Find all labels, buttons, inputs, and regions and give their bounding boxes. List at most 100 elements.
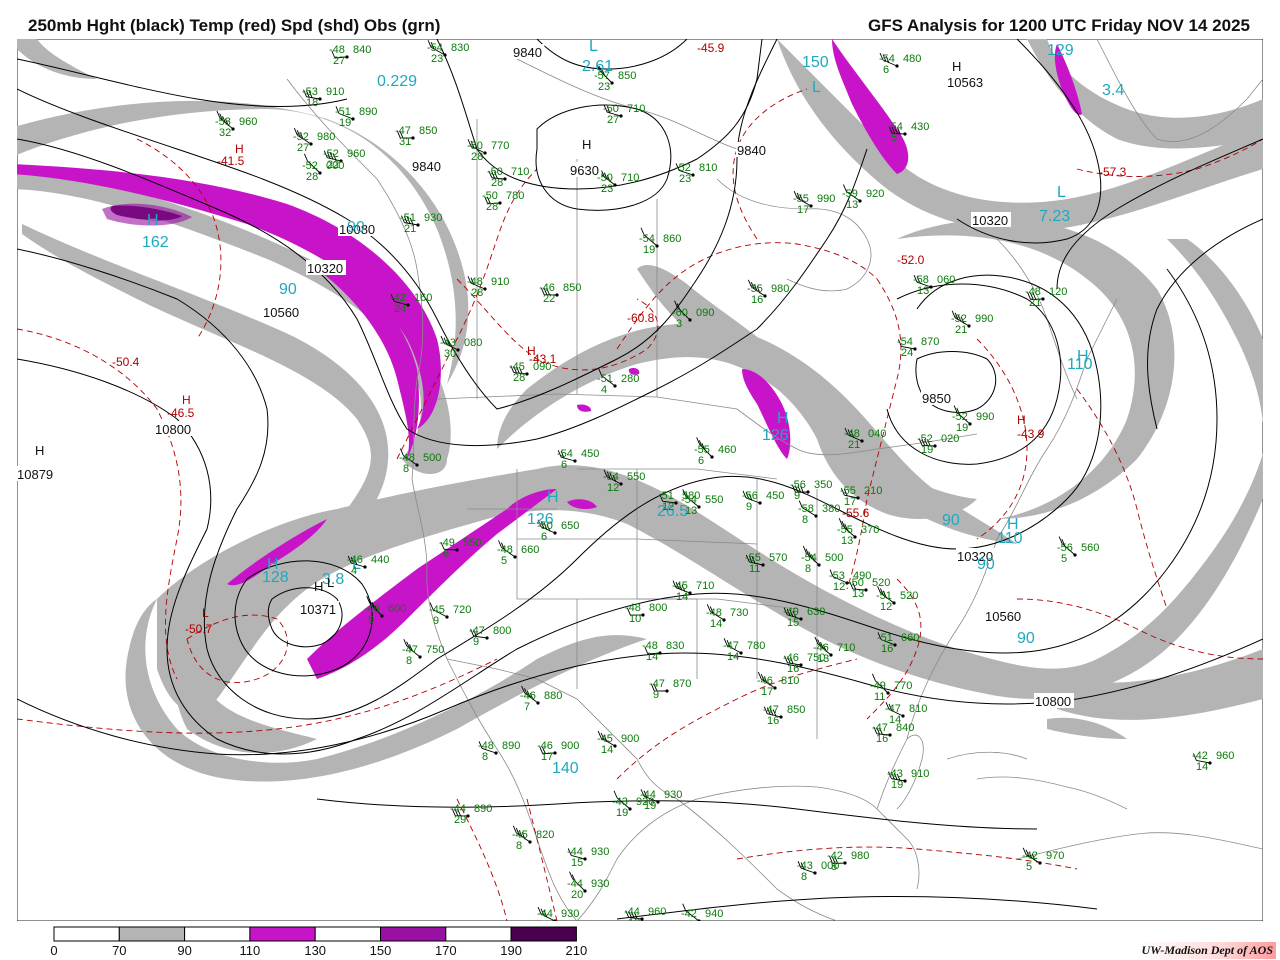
- station-dewpoint-depression: 15: [787, 617, 799, 629]
- station-dewpoint-depression: 19: [891, 779, 903, 791]
- station-dewpoint-depression: 5: [501, 555, 507, 567]
- station-dewpoint-depression: 13: [685, 505, 697, 517]
- legend-swatch: [53, 926, 120, 942]
- station-dewpoint-depression: 21: [404, 223, 416, 235]
- station-dewpoint-depression: 13: [846, 199, 858, 211]
- legend-swatch: [314, 926, 382, 942]
- station-height: 730: [730, 607, 748, 619]
- legend-tick-label: 130: [304, 943, 326, 958]
- station-dewpoint-depression: 8: [403, 463, 409, 475]
- station-dewpoint-depression: 8: [406, 655, 412, 667]
- station-dewpoint-depression: 12: [607, 482, 619, 494]
- station-height: 160: [414, 292, 432, 304]
- speed-center-label: H: [1007, 516, 1019, 533]
- station-dewpoint-depression: 14: [727, 651, 739, 663]
- station-dewpoint-depression: 24: [394, 303, 406, 315]
- station-height: 970: [1046, 850, 1064, 862]
- speed-label: 129: [1047, 42, 1074, 59]
- station-height: 840: [353, 44, 371, 56]
- station-dewpoint-depression: 28: [491, 177, 503, 189]
- station-height: 000: [326, 160, 344, 172]
- station-height: 280: [621, 373, 639, 385]
- station-height: 860: [663, 233, 681, 245]
- station-height: 500: [825, 552, 843, 564]
- temperature-label: -60.8: [627, 311, 655, 325]
- station-height: 550: [627, 471, 645, 483]
- station-height: 060: [937, 274, 955, 286]
- station-height: 570: [769, 552, 787, 564]
- station-dewpoint-depression: 9: [653, 689, 659, 701]
- station-dewpoint-depression: 16: [876, 733, 888, 745]
- station-dewpoint-depression: 9: [433, 615, 439, 627]
- station-height: 990: [817, 193, 835, 205]
- map-panel: 9840984098409630100801032010560108001087…: [17, 39, 1263, 921]
- station-height: 550: [463, 537, 481, 549]
- speed-center-label: H: [147, 212, 159, 229]
- station-dewpoint-depression: 27: [333, 55, 345, 67]
- station-height: 380: [822, 503, 840, 515]
- station-height: 650: [561, 520, 579, 532]
- station-height: 820: [536, 829, 554, 841]
- height-label: 10560: [263, 305, 299, 320]
- station-dewpoint-depression: 6: [561, 459, 567, 471]
- station-dewpoint-depression: 4: [601, 384, 607, 396]
- station-height: 560: [1081, 542, 1099, 554]
- station-dewpoint-depression: 6: [541, 531, 547, 543]
- station-height: 810: [781, 675, 799, 687]
- station-dewpoint-depression: 6: [698, 455, 704, 467]
- station-dewpoint-depression: 17: [541, 751, 553, 763]
- station-height: 710: [627, 103, 645, 115]
- height-label: 9630: [570, 163, 599, 178]
- analysis-time: GFS Analysis for 1200 UTC Friday NOV 14 …: [867, 16, 1250, 35]
- station-dewpoint-depression: 27: [297, 142, 309, 154]
- temperature-label: -55.6: [842, 506, 870, 520]
- height-label: 10800: [155, 422, 191, 437]
- station-dewpoint-depression: 8: [802, 514, 808, 526]
- station-dewpoint-depression: 13: [817, 653, 829, 665]
- station-height: 850: [787, 704, 805, 716]
- station-dewpoint-depression: 4: [351, 565, 357, 577]
- height-center-label: H: [952, 59, 961, 74]
- legend-tick-label: 210: [566, 943, 588, 958]
- station-height: 780: [506, 190, 524, 202]
- station-dewpoint-depression: 22: [543, 293, 555, 305]
- temperature-center-label: H: [1017, 413, 1026, 427]
- speed-label: 140: [552, 760, 579, 777]
- station-dewpoint-depression: 7: [524, 701, 530, 713]
- station-height: 960: [347, 148, 365, 160]
- height-label: 10320: [307, 261, 343, 276]
- station-height: 710: [511, 166, 529, 178]
- station-dewpoint-depression: 16: [767, 715, 779, 727]
- station-height: 810: [909, 703, 927, 715]
- legend-tick-label: 90: [177, 943, 191, 958]
- station-dewpoint-depression: 13: [917, 285, 929, 297]
- station-height: 520: [872, 577, 890, 589]
- height-label: 10320: [972, 213, 1008, 228]
- legend-swatch: [445, 926, 512, 942]
- station-dewpoint-depression: 19: [339, 117, 351, 129]
- speed-label: 90: [347, 219, 365, 236]
- station-dewpoint-depression: 16: [787, 663, 799, 675]
- station-height: 770: [894, 680, 912, 692]
- station-height: 020: [941, 433, 959, 445]
- legend-tick-label: 70: [112, 943, 126, 958]
- station-height: 770: [491, 140, 509, 152]
- station-dewpoint-depression: 11: [749, 563, 760, 575]
- station-dewpoint-depression: 28: [513, 372, 525, 384]
- station-dewpoint-depression: 12: [880, 601, 892, 613]
- height-label: 10879: [17, 467, 53, 482]
- station-dewpoint-depression: 17: [797, 204, 809, 216]
- station-height: 990: [975, 313, 993, 325]
- speed-label: 90: [279, 281, 297, 298]
- station-dewpoint-depression: 21: [955, 324, 967, 336]
- speed-center-label: H: [547, 489, 559, 506]
- speed-legend: 0 70 90 110 130 150 170 190 210: [50, 926, 588, 958]
- station-height: 080: [464, 337, 482, 349]
- station-dewpoint-depression: 12: [662, 501, 674, 513]
- station-height: 090: [533, 361, 551, 373]
- station-dewpoint-depression: 21: [848, 439, 860, 451]
- station-height: 830: [666, 640, 684, 652]
- station-dewpoint-depression: 8: [801, 871, 807, 883]
- station-dewpoint-depression: 9: [794, 490, 800, 502]
- station-dewpoint-depression: 14: [676, 591, 688, 603]
